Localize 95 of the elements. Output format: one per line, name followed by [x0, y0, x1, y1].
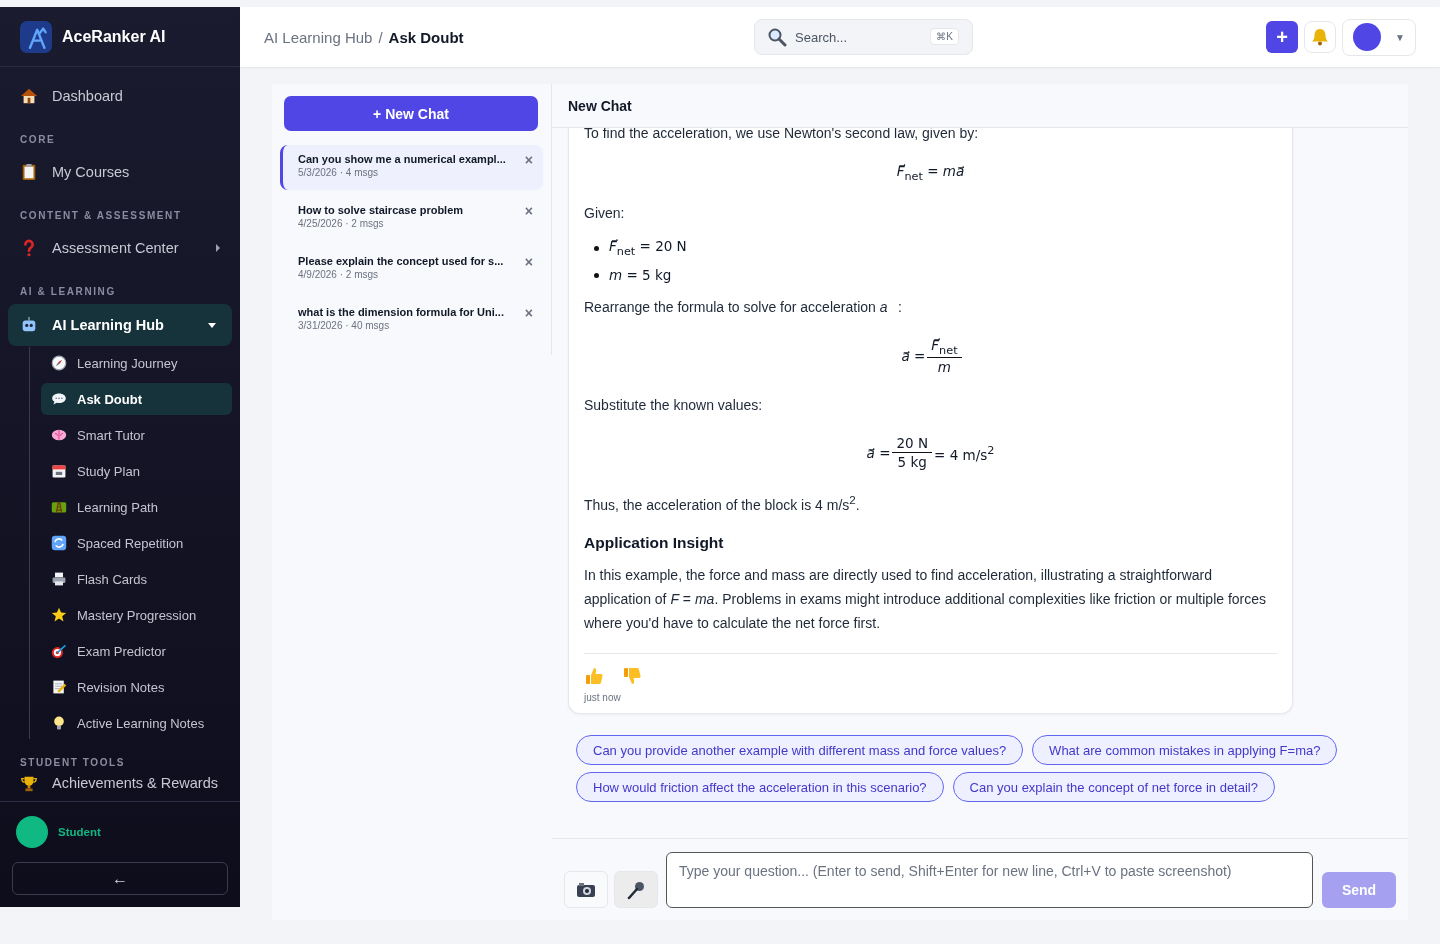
light-bulb-icon: [51, 715, 67, 731]
conversation-meta: 4/9/2026 · 2 msgs: [298, 269, 380, 280]
microphone-icon: [626, 879, 646, 900]
bell-icon: [1310, 27, 1330, 47]
conversation-item[interactable]: Can you show me a numerical exampl... 5/3/2026 · 4 msgs ×: [280, 145, 543, 190]
nav-subitem[interactable]: Spaced Repetition: [41, 527, 232, 559]
user-role: Student: [58, 826, 101, 838]
fraction-denominator: 5 kg: [892, 452, 933, 471]
nav-subitem[interactable]: Revision Notes: [41, 671, 232, 703]
message-text: Rearrange the formula to solve for acceleration a⃗:: [584, 297, 903, 317]
avatar: [16, 816, 48, 848]
conversation-title: what is the dimension formula for Uni...: [298, 306, 505, 318]
nav-subitem[interactable]: Exam Predictor: [41, 635, 232, 667]
suggestion-chip[interactable]: Can you provide another example with different mass and force values?: [576, 735, 1024, 766]
microphone-button[interactable]: [614, 871, 658, 908]
brain-icon: [51, 427, 67, 443]
nav-item[interactable]: Achievements & Rewards: [8, 775, 232, 801]
target-icon: [51, 643, 67, 659]
fraction-numerator: 20 N: [895, 435, 930, 453]
nav-subitem[interactable]: Flash Cards: [41, 563, 232, 595]
nav-subitem[interactable]: Study Plan: [41, 455, 232, 487]
message-text: Given:: [584, 203, 626, 223]
conversation-meta: 4/25/2026 · 2 msgs: [298, 218, 385, 229]
conversation-meta: 5/3/2026 · 4 msgs: [298, 167, 380, 178]
railway-track-icon: [51, 499, 67, 515]
refresh-icon: [51, 535, 67, 551]
nav-item[interactable]: My Courses: [8, 152, 232, 192]
fraction-denominator: m: [927, 357, 962, 376]
star-icon: [51, 607, 67, 623]
speech-bubble-icon: [51, 391, 67, 407]
section-label: AI & LEARNING: [19, 285, 117, 299]
camera-button[interactable]: [564, 871, 608, 908]
chat-title: New Chat: [568, 97, 632, 114]
section-label: CORE: [19, 133, 57, 147]
brand-name: AceRanker AI: [62, 27, 166, 46]
formula: F⃗$_{net}$ = ma⃗: [896, 163, 965, 183]
compass-icon: [51, 355, 67, 371]
nav-subitem[interactable]: Learning Path: [41, 491, 232, 523]
collapse-button[interactable]: ←: [12, 862, 228, 895]
conversation-item[interactable]: Please explain the concept used for s... 4/9/2026 · 2 msgs ×: [280, 247, 543, 292]
conversation-title: How to solve staircase problem: [298, 204, 465, 216]
profile-menu[interactable]: ▼: [1342, 18, 1416, 56]
conversation-title: Can you show me a numerical exampl...: [298, 153, 507, 165]
breadcrumb-separator: /: [378, 28, 383, 46]
conversation-item[interactable]: what is the dimension formula for Uni... 3/31/2026 · 40 msgs ×: [280, 298, 543, 343]
nav-subitem[interactable]: Mastery Progression: [41, 599, 232, 631]
trophy-icon: [20, 775, 38, 793]
close-button[interactable]: ×: [522, 255, 535, 269]
new-chat-button[interactable]: + New Chat: [284, 96, 538, 131]
list-item: F⃗$_{net}$ = 20 N: [609, 238, 687, 259]
conversation-title: Please explain the concept used for s...: [298, 255, 505, 267]
close-button[interactable]: ×: [522, 153, 535, 167]
notepad-icon: [51, 679, 67, 695]
breadcrumb-link[interactable]: AI Learning Hub: [264, 28, 373, 46]
conversation-item[interactable]: How to solve staircase problem 4/25/2026 · 2 msgs ×: [280, 196, 543, 241]
house-icon: [20, 87, 38, 105]
section-label: CONTENT & ASSESSMENT: [19, 209, 183, 223]
conversation-meta: 3/31/2026 · 40 msgs: [298, 320, 391, 331]
nav-group[interactable]: Assessment Center: [8, 228, 232, 268]
list-item: m = 5 kg: [609, 267, 672, 284]
robot-icon: [20, 316, 38, 334]
notifications-button[interactable]: [1304, 21, 1336, 53]
nav-subitem[interactable]: Learning Journey: [41, 347, 232, 379]
suggestion-chip[interactable]: How would friction affect the acceleration in this scenario?: [576, 772, 944, 803]
thumbs-down-icon: [622, 666, 642, 687]
formula-term: a⃗ =: [901, 348, 926, 365]
close-button[interactable]: ×: [522, 306, 535, 320]
fraction-numerator: F⃗$_{net}$: [930, 336, 959, 358]
nav-subitem[interactable]: Ask Doubt: [41, 383, 232, 415]
message-text: To find the acceleration, we use Newton's second law, given by:: [584, 128, 980, 143]
message-text: In this example, the force and mass are directly used to find acceleration, illustrating a straightforward application of F = ma. Problems in exams might introduce additional complexities like friction or multiple forces where you'd have to calculate the net force first.: [584, 566, 1268, 634]
clipboard-icon: [20, 163, 38, 181]
suggestion-chip[interactable]: Can you explain the concept of net force in detail?: [952, 772, 1275, 803]
close-button[interactable]: ×: [522, 204, 535, 218]
message-time: just now: [584, 692, 622, 704]
page-title: Ask Doubt: [388, 28, 464, 46]
add-button[interactable]: +: [1266, 21, 1298, 53]
thumbs-up-icon: [584, 666, 604, 687]
question-input[interactable]: Type your question... (Enter to send, Shift+Enter for new line, Ctrl+V to paste screenshot): [666, 852, 1313, 908]
formula-term: a⃗ =: [866, 444, 891, 461]
nav-subitem[interactable]: Smart Tutor: [41, 419, 232, 451]
like-button[interactable]: [584, 666, 604, 687]
printer-icon: [51, 571, 67, 587]
message-text: Substitute the known values:: [584, 396, 764, 416]
formula-term: = 4 m/s$^{2}$: [934, 443, 995, 463]
nav-item[interactable]: Dashboard: [8, 76, 232, 116]
message-heading: Application Insight: [584, 533, 725, 554]
calendar-icon: [51, 463, 67, 479]
message-text: Thus, the acceleration of the block is 4 m/s$^{2}$.: [584, 492, 861, 516]
nav-group[interactable]: AI Learning Hub: [8, 304, 232, 346]
dislike-button[interactable]: [622, 666, 642, 687]
section-label: STUDENT TOOLS: [19, 756, 127, 770]
suggestion-chip[interactable]: What are common mistakes in applying F=ma?: [1032, 735, 1338, 766]
shortcut-hint: ⌘K: [930, 28, 959, 45]
nav-subitem[interactable]: Active Learning Notes: [41, 707, 232, 739]
